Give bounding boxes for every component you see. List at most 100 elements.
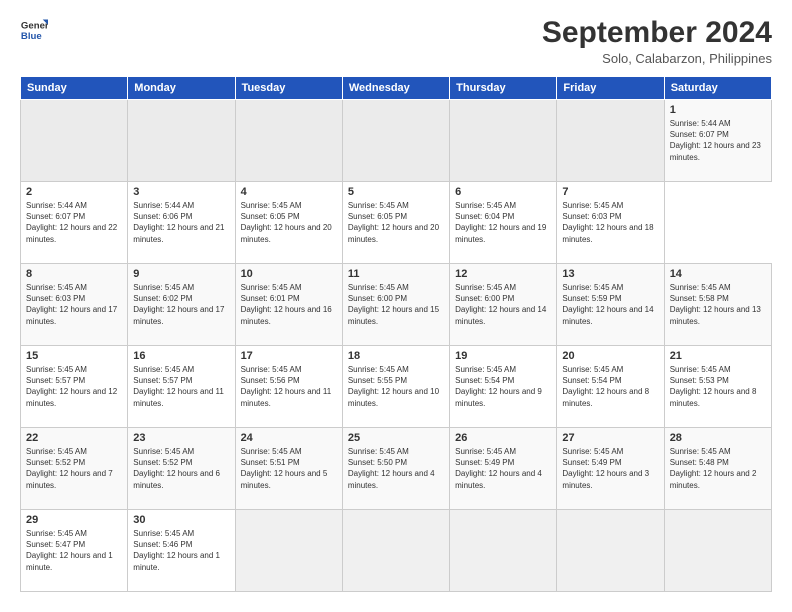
day-info: Sunrise: 5:44 AMSunset: 6:06 PMDaylight:… — [133, 200, 229, 245]
day-info: Sunrise: 5:44 AMSunset: 6:07 PMDaylight:… — [670, 118, 766, 163]
day-number: 21 — [670, 350, 766, 362]
day-number: 16 — [133, 350, 229, 362]
day-number: 8 — [26, 268, 122, 280]
day-number: 14 — [670, 268, 766, 280]
day-number: 22 — [26, 432, 122, 444]
day-number: 2 — [26, 186, 122, 198]
day-info: Sunrise: 5:45 AMSunset: 5:58 PMDaylight:… — [670, 282, 766, 327]
svg-text:General: General — [21, 20, 48, 31]
empty-cell — [450, 100, 557, 182]
week-row-3: 8 Sunrise: 5:45 AMSunset: 6:03 PMDaylight… — [21, 264, 772, 346]
empty-cell — [128, 100, 235, 182]
day-cell-5: 5 Sunrise: 5:45 AMSunset: 6:05 PMDaylight… — [342, 182, 449, 264]
empty-cell — [557, 510, 664, 592]
empty-cell — [21, 100, 128, 182]
day-info: Sunrise: 5:45 AMSunset: 5:53 PMDaylight:… — [670, 364, 766, 409]
day-info: Sunrise: 5:45 AMSunset: 6:05 PMDaylight:… — [348, 200, 444, 245]
col-header-monday: Monday — [128, 77, 235, 100]
day-info: Sunrise: 5:45 AMSunset: 5:56 PMDaylight:… — [241, 364, 337, 409]
day-number: 28 — [670, 432, 766, 444]
day-cell-29: 29 Sunrise: 5:45 AMSunset: 5:47 PMDayligh… — [21, 510, 128, 592]
day-number: 4 — [241, 186, 337, 198]
day-number: 27 — [562, 432, 658, 444]
day-info: Sunrise: 5:45 AMSunset: 5:46 PMDaylight:… — [133, 528, 229, 573]
header: General Blue September 2024 Solo, Calaba… — [20, 16, 772, 66]
logo: General Blue — [20, 16, 48, 44]
day-cell-28: 28 Sunrise: 5:45 AMSunset: 5:48 PMDayligh… — [664, 428, 771, 510]
day-info: Sunrise: 5:45 AMSunset: 5:49 PMDaylight:… — [562, 446, 658, 491]
empty-cell — [557, 100, 664, 182]
day-info: Sunrise: 5:45 AMSunset: 5:51 PMDaylight:… — [241, 446, 337, 491]
day-info: Sunrise: 5:45 AMSunset: 5:54 PMDaylight:… — [455, 364, 551, 409]
col-header-saturday: Saturday — [664, 77, 771, 100]
week-row-4: 15 Sunrise: 5:45 AMSunset: 5:57 PMDayligh… — [21, 346, 772, 428]
header-row: SundayMondayTuesdayWednesdayThursdayFrid… — [21, 77, 772, 100]
day-cell-17: 17Sunrise: 5:45 AMSunset: 5:56 PMDayligh… — [235, 346, 342, 428]
day-number: 24 — [241, 432, 337, 444]
day-cell-15: 15Sunrise: 5:45 AMSunset: 5:57 PMDayligh… — [21, 346, 128, 428]
day-cell-25: 25 Sunrise: 5:45 AMSunset: 5:50 PMDayligh… — [342, 428, 449, 510]
day-cell-24: 24 Sunrise: 5:45 AMSunset: 5:51 PMDayligh… — [235, 428, 342, 510]
day-cell-19: 19 Sunrise: 5:45 AMSunset: 5:54 PMDayligh… — [450, 346, 557, 428]
day-number: 15 — [26, 350, 122, 362]
day-number: 18 — [348, 350, 444, 362]
day-number: 23 — [133, 432, 229, 444]
day-number: 6 — [455, 186, 551, 198]
day-info: Sunrise: 5:45 AMSunset: 6:04 PMDaylight:… — [455, 200, 551, 245]
empty-cell — [450, 510, 557, 592]
logo-icon: General Blue — [20, 16, 48, 44]
svg-text:Blue: Blue — [21, 31, 42, 42]
day-info: Sunrise: 5:45 AMSunset: 5:57 PMDaylight:… — [133, 364, 229, 409]
day-cell-4: 4 Sunrise: 5:45 AMSunset: 6:05 PMDaylight… — [235, 182, 342, 264]
day-info: Sunrise: 5:45 AMSunset: 5:48 PMDaylight:… — [670, 446, 766, 491]
day-cell-14: 14 Sunrise: 5:45 AMSunset: 5:58 PMDayligh… — [664, 264, 771, 346]
day-cell-16: 16 Sunrise: 5:45 AMSunset: 5:57 PMDayligh… — [128, 346, 235, 428]
empty-cell — [235, 100, 342, 182]
day-number: 10 — [241, 268, 337, 280]
day-cell-13: 13Sunrise: 5:45 AMSunset: 5:59 PMDayligh… — [557, 264, 664, 346]
day-number: 12 — [455, 268, 551, 280]
day-info: Sunrise: 5:45 AMSunset: 6:05 PMDaylight:… — [241, 200, 337, 245]
day-cell-21: 21 Sunrise: 5:45 AMSunset: 5:53 PMDayligh… — [664, 346, 771, 428]
day-number: 9 — [133, 268, 229, 280]
day-info: Sunrise: 5:45 AMSunset: 6:01 PMDaylight:… — [241, 282, 337, 327]
day-number: 11 — [348, 268, 444, 280]
day-cell-3: 3 Sunrise: 5:44 AMSunset: 6:06 PMDaylight… — [128, 182, 235, 264]
day-cell-1: 1Sunrise: 5:44 AMSunset: 6:07 PMDaylight… — [664, 100, 771, 182]
day-number: 29 — [26, 514, 122, 526]
day-info: Sunrise: 5:45 AMSunset: 5:50 PMDaylight:… — [348, 446, 444, 491]
day-number: 5 — [348, 186, 444, 198]
col-header-wednesday: Wednesday — [342, 77, 449, 100]
week-row-5: 22 Sunrise: 5:45 AMSunset: 5:52 PMDayligh… — [21, 428, 772, 510]
day-cell-7: 7Sunrise: 5:45 AMSunset: 6:03 PMDaylight… — [557, 182, 664, 264]
empty-cell — [342, 100, 449, 182]
week-row-1: 1Sunrise: 5:44 AMSunset: 6:07 PMDaylight… — [21, 100, 772, 182]
week-row-6: 29 Sunrise: 5:45 AMSunset: 5:47 PMDayligh… — [21, 510, 772, 592]
day-number: 3 — [133, 186, 229, 198]
col-header-tuesday: Tuesday — [235, 77, 342, 100]
day-cell-2: 2 Sunrise: 5:44 AMSunset: 6:07 PMDaylight… — [21, 182, 128, 264]
month-title: September 2024 — [542, 16, 772, 49]
day-info: Sunrise: 5:44 AMSunset: 6:07 PMDaylight:… — [26, 200, 122, 245]
day-number: 20 — [562, 350, 658, 362]
day-number: 19 — [455, 350, 551, 362]
day-cell-30: 30Sunrise: 5:45 AMSunset: 5:46 PMDayligh… — [128, 510, 235, 592]
day-cell-27: 27 Sunrise: 5:45 AMSunset: 5:49 PMDayligh… — [557, 428, 664, 510]
calendar-page: General Blue September 2024 Solo, Calaba… — [0, 0, 792, 604]
day-info: Sunrise: 5:45 AMSunset: 5:47 PMDaylight:… — [26, 528, 122, 573]
col-header-friday: Friday — [557, 77, 664, 100]
day-cell-12: 12Sunrise: 5:45 AMSunset: 6:00 PMDayligh… — [450, 264, 557, 346]
day-info: Sunrise: 5:45 AMSunset: 6:00 PMDaylight:… — [348, 282, 444, 327]
day-cell-22: 22 Sunrise: 5:45 AMSunset: 5:52 PMDayligh… — [21, 428, 128, 510]
week-row-2: 2 Sunrise: 5:44 AMSunset: 6:07 PMDaylight… — [21, 182, 772, 264]
col-header-sunday: Sunday — [21, 77, 128, 100]
day-info: Sunrise: 5:45 AMSunset: 5:55 PMDaylight:… — [348, 364, 444, 409]
day-info: Sunrise: 5:45 AMSunset: 5:52 PMDaylight:… — [26, 446, 122, 491]
day-number: 7 — [562, 186, 658, 198]
empty-cell — [664, 510, 771, 592]
day-info: Sunrise: 5:45 AMSunset: 6:03 PMDaylight:… — [26, 282, 122, 327]
day-cell-26: 26Sunrise: 5:45 AMSunset: 5:49 PMDayligh… — [450, 428, 557, 510]
day-number: 25 — [348, 432, 444, 444]
day-info: Sunrise: 5:45 AMSunset: 6:02 PMDaylight:… — [133, 282, 229, 327]
day-info: Sunrise: 5:45 AMSunset: 5:49 PMDaylight:… — [455, 446, 551, 491]
